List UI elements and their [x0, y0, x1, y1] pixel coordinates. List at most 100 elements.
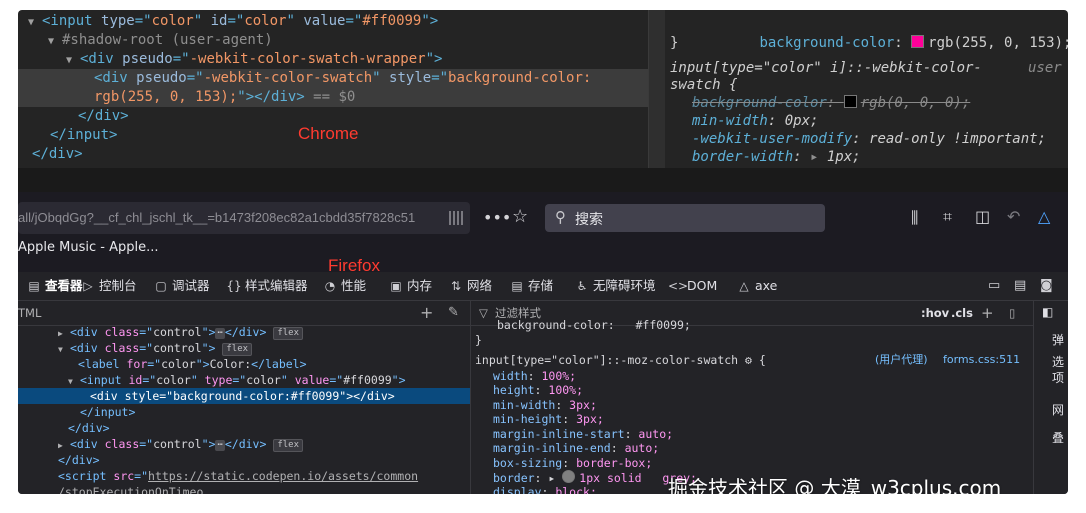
color-swatch-icon[interactable]	[911, 35, 925, 48]
code-token: id	[210, 13, 228, 29]
devtools-tab[interactable]: ◔ 性能	[322, 272, 366, 300]
color-swatch-icon[interactable]	[843, 95, 857, 108]
dom-node-line[interactable]: ▶ <div class="control"> ⋯ </div> flex	[18, 436, 470, 452]
code-token: Color:	[209, 357, 252, 371]
dom-node-line[interactable]: /stopExecutionOnTimeo…	[18, 484, 470, 494]
dom-node-line[interactable]: </div>	[18, 145, 648, 164]
tab-icon: ⇅	[450, 279, 462, 293]
dom-node-line[interactable]: rgb(255, 0, 153);"></div> == $0	[18, 88, 648, 107]
qr-code-icon[interactable]	[449, 211, 463, 225]
rule-selector: input[type="color" i]::-webkit-color-	[670, 60, 982, 76]
side-panel-label[interactable]: 弹	[1052, 331, 1064, 348]
dom-node-line[interactable]: <label for="color">Color:</label>	[18, 356, 470, 372]
collapsed-content-icon[interactable]: ⋯	[215, 328, 225, 339]
dom-node-line[interactable]: ▼ <input id="color" type="color" value="#…	[18, 372, 470, 388]
library-icon[interactable]: ⫼	[911, 208, 918, 228]
code-token: id	[128, 373, 143, 387]
expand-toggle-icon[interactable]: ▸	[548, 471, 562, 485]
devtools-tab[interactable]: ⇅ 网络	[448, 272, 492, 300]
search-bar[interactable]: ⚲ 搜索	[545, 204, 825, 232]
sidebar-icon[interactable]: ◫	[975, 207, 990, 226]
expand-toggle-icon[interactable]: ▼	[48, 32, 62, 51]
add-node-icon[interactable]: +	[420, 301, 433, 325]
panel-toggle-icon[interactable]: ◧	[1042, 305, 1053, 319]
expand-toggle-icon[interactable]: ▼	[66, 51, 80, 70]
devtools-tab[interactable]: ▢ 调试器	[153, 272, 210, 300]
devtools-tab[interactable]: <>DOM	[668, 272, 717, 300]
collapsed-content-icon[interactable]: ⋯	[215, 440, 225, 451]
style-prop: width	[493, 368, 528, 383]
rule-close-brace: }	[475, 332, 482, 347]
code-token: <div	[70, 325, 105, 339]
dom-node-line[interactable]: </div>	[18, 420, 470, 436]
devtools-tab[interactable]: ▤ 查看器	[26, 272, 82, 300]
responsive-icon[interactable]: ▤	[1014, 278, 1026, 293]
side-panel-label[interactable]: 选	[1052, 353, 1064, 370]
settings-icon[interactable]: ⚙	[738, 353, 759, 367]
code-token: ="	[139, 341, 154, 355]
dock-icon[interactable]: ▭	[988, 278, 1000, 293]
dom-node-line[interactable]: ▼ <input type="color" id="color" value="#…	[18, 12, 648, 31]
firefox-annotation-label: Firefox	[328, 256, 380, 275]
code-token: <div	[70, 341, 105, 355]
devtools-tab[interactable]: {} 样式编辑器	[226, 272, 307, 300]
tab-label: DOM	[687, 278, 718, 293]
tab-label: 调试器	[172, 278, 210, 293]
tab-icon: ▤	[28, 279, 40, 293]
style-declaration: box-sizing: border-box;	[493, 455, 653, 470]
dom-node-line[interactable]: ▼ <div class="control"> flex	[18, 340, 470, 356]
url-bar[interactable]: all/jObqdGg?__cf_chl_jschl_tk__=b1473f20…	[18, 202, 470, 234]
rule-source-link[interactable]: forms.css:511	[943, 353, 1020, 368]
more-icon[interactable]: •••	[483, 208, 511, 227]
axe-icon[interactable]: △	[1038, 207, 1050, 226]
panel-splitter[interactable]	[648, 10, 665, 168]
style-value: 100%;	[541, 368, 577, 383]
picker-icon[interactable]: ✎	[448, 301, 459, 325]
side-panel-label[interactable]: 项	[1052, 369, 1064, 386]
code-token[interactable]: /stopExecutionOnTimeo…	[58, 485, 210, 494]
dom-node-line[interactable]: <div pseudo="-webkit-color-swatch" style…	[18, 69, 648, 88]
hov-button[interactable]: :hov	[921, 301, 949, 325]
undo-icon[interactable]: ↶	[1007, 207, 1020, 226]
dom-node-line[interactable]: ▼ #shadow-root (user-agent)	[18, 31, 648, 50]
code-token: ="	[134, 469, 149, 483]
dom-node-line[interactable]: <div style="background-color:#ff0099"></…	[18, 388, 470, 404]
dom-node-line[interactable]: ▼ <div pseudo="-webkit-color-swatch-wrapp…	[18, 50, 648, 69]
code-token: "	[286, 13, 304, 29]
chrome-annotation-label: Chrome	[298, 124, 359, 143]
devtools-tab[interactable]: ▷ 控制台	[80, 272, 136, 300]
dom-node-line[interactable]: <script src="https://static.codepen.io/a…	[18, 468, 470, 484]
flex-badge[interactable]: flex	[273, 439, 304, 452]
dom-node-line[interactable]: ▶ <div class="control"> ⋯ </div> flex	[18, 324, 470, 340]
star-icon[interactable]: ☆	[512, 206, 528, 227]
print-icon[interactable]: ▯	[1009, 301, 1015, 325]
style-value: 3px;	[569, 397, 597, 412]
dom-node-line[interactable]: </div>	[18, 452, 470, 468]
code-token: src	[113, 469, 135, 483]
code-token: <label	[78, 357, 127, 371]
code-token: control	[153, 341, 202, 355]
crop-icon[interactable]: ⌗	[943, 207, 952, 227]
color-swatch-icon[interactable]	[562, 470, 576, 483]
screenshot-icon[interactable]: ◙	[1040, 278, 1053, 293]
side-panel-label[interactable]: 叠	[1052, 429, 1064, 446]
side-panel-label[interactable]: 网	[1052, 401, 1064, 418]
rule-selector-cont: swatch {	[670, 77, 738, 93]
tab-icon: ▷	[83, 279, 93, 293]
style-value: border-box;	[576, 455, 653, 470]
cls-button[interactable]: .cls	[951, 301, 973, 325]
expand-toggle-icon[interactable]: ▼	[28, 13, 42, 32]
dom-node-line[interactable]: </input>	[18, 404, 470, 420]
devtools-tab[interactable]: ♿ 无障碍环境	[574, 272, 656, 300]
code-token[interactable]: https://static.codepen.io/assets/common	[148, 469, 418, 483]
devtools-tab[interactable]: △ axe	[736, 272, 777, 300]
flex-badge[interactable]: flex	[222, 343, 253, 356]
expand-toggle-icon[interactable]: ▸	[810, 149, 827, 165]
bookmark-item[interactable]: Apple Music - Apple...	[18, 240, 159, 255]
tab-icon: △	[739, 279, 749, 293]
add-rule-icon[interactable]: +	[981, 301, 994, 325]
flex-badge[interactable]: flex	[273, 327, 304, 340]
code-token: ="	[134, 13, 152, 29]
devtools-tab[interactable]: ▣ 内存	[388, 272, 432, 300]
devtools-tab[interactable]: ▤ 存储	[509, 272, 553, 300]
